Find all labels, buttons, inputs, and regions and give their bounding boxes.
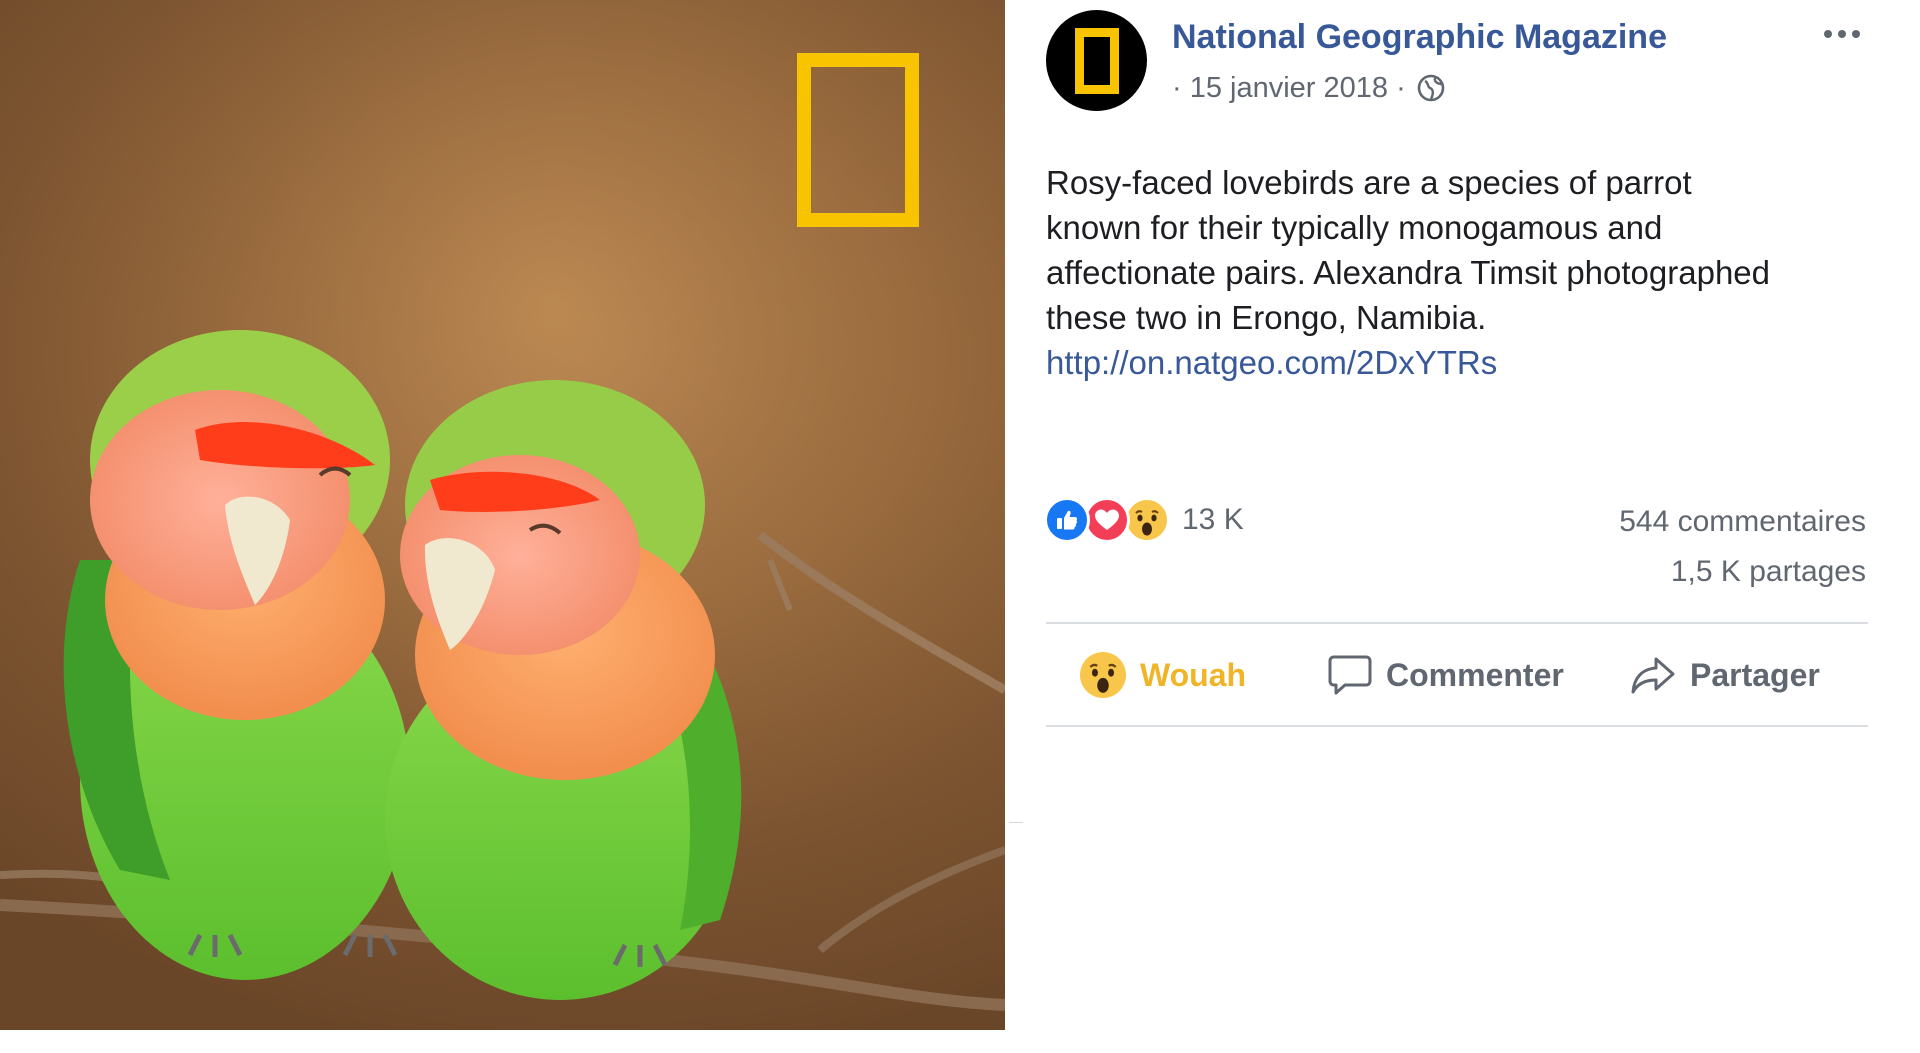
share-button[interactable]: Partager: [1630, 650, 1820, 700]
actions-divider-top: [1046, 622, 1868, 624]
reactions-summary[interactable]: 13 K: [1044, 496, 1244, 544]
more-dot-icon: [1824, 30, 1832, 38]
wow-label: Wouah: [1140, 656, 1247, 693]
love-icon: [1084, 497, 1130, 543]
more-dot-icon: [1852, 30, 1860, 38]
wow-reaction-button[interactable]: Wouah: [1080, 650, 1246, 700]
post-text-line: affectionate pairs. Alexandra Timsit pho…: [1046, 254, 1771, 291]
like-icon: [1044, 497, 1090, 543]
divider-tick: [1009, 822, 1023, 823]
more-options-button[interactable]: [1812, 16, 1872, 52]
post-text-line: these two in Erongo, Namibia.: [1046, 299, 1487, 336]
post-text-line: known for their typically monogamous and: [1046, 209, 1663, 246]
post-photo[interactable]: [0, 0, 1005, 1030]
lovebirds-image: [0, 0, 1005, 1030]
share-label: Partager: [1690, 656, 1820, 693]
reaction-count: 13 K: [1182, 503, 1244, 536]
comment-label: Commenter: [1386, 656, 1564, 693]
photo-separator: [1005, 0, 1009, 1030]
more-dot-icon: [1838, 30, 1846, 38]
page-avatar[interactable]: [1046, 10, 1147, 111]
share-arrow-icon: [1631, 657, 1675, 694]
comment-count-link[interactable]: 544 commentaires: [1619, 505, 1866, 539]
natgeo-frame-icon: [1074, 27, 1119, 94]
post-date[interactable]: · 15 janvier 2018 ·: [1172, 72, 1406, 105]
share-count-link[interactable]: 1,5 K partages: [1671, 555, 1866, 589]
actions-divider-bottom: [1046, 725, 1868, 727]
wow-icon: [1080, 652, 1126, 698]
post-meta: · 15 janvier 2018 ·: [1172, 70, 1446, 106]
post-link[interactable]: http://on.natgeo.com/2DxYTRs: [1046, 340, 1497, 385]
comment-icon: [1328, 655, 1372, 695]
post-text-line: Rosy-faced lovebirds are a species of pa…: [1046, 164, 1692, 201]
wow-icon: [1124, 497, 1170, 543]
post-message: Rosy-faced lovebirds are a species of pa…: [1046, 160, 1896, 385]
comment-button[interactable]: Commenter: [1328, 650, 1564, 700]
globe-icon: [1417, 74, 1445, 102]
page-name-link[interactable]: National Geographic Magazine: [1172, 18, 1667, 57]
